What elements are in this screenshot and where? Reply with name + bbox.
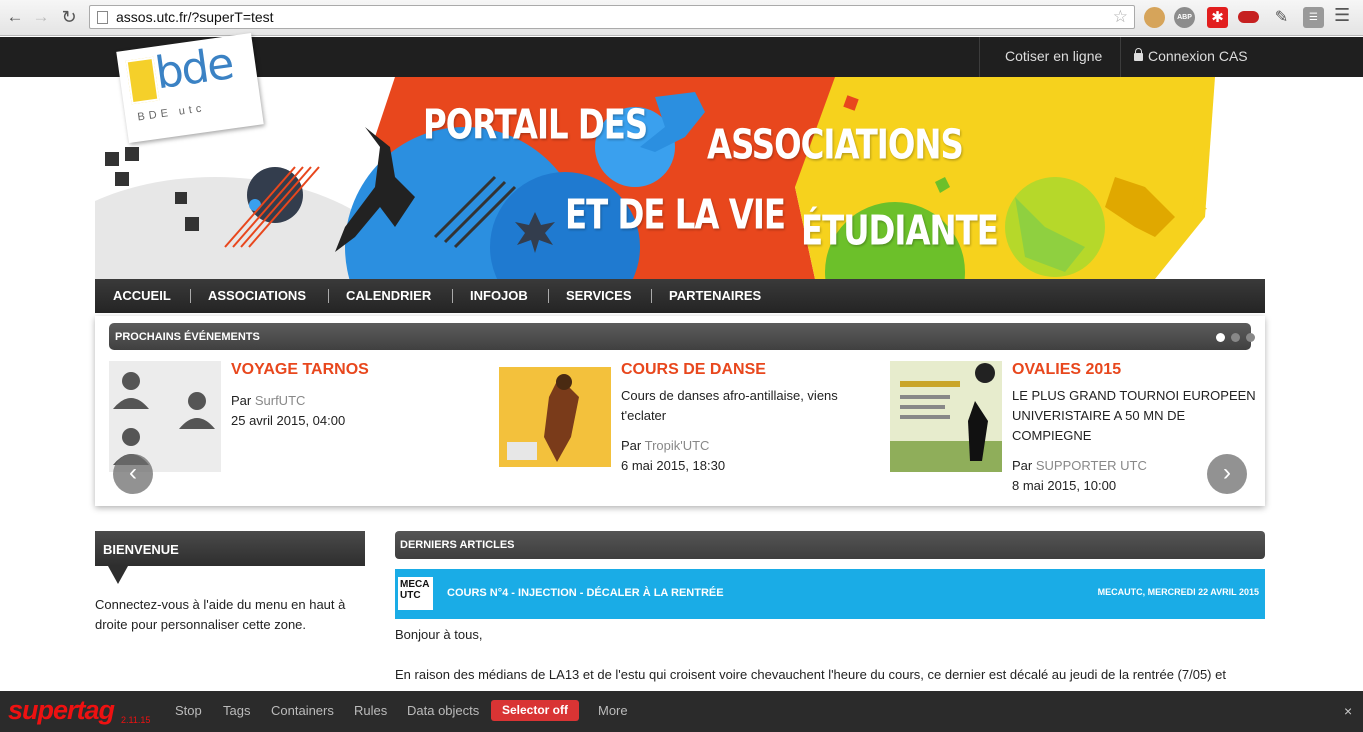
event-description: Cours de danses afro-antillaise, viens t…: [621, 388, 838, 423]
event-author: Par Tropik'UTC: [621, 436, 709, 456]
event-title[interactable]: VOYAGE TARNOS: [231, 361, 369, 379]
carousel-dot[interactable]: [1246, 333, 1255, 342]
supertag-stop[interactable]: Stop: [175, 703, 202, 718]
supertag-tags[interactable]: Tags: [223, 703, 250, 718]
event-title[interactable]: COURS DE DANSE: [621, 361, 766, 379]
welcome-header: BIENVENUE: [95, 531, 365, 566]
event-image[interactable]: [890, 361, 1002, 472]
event-author-prefix: Par: [231, 393, 255, 408]
event-author-prefix: Par: [1012, 458, 1036, 473]
event-author: Par SUPPORTER UTC: [1012, 456, 1147, 476]
nav-divider: [452, 289, 453, 303]
event-date: 25 avril 2015, 04:00: [231, 413, 346, 428]
nav-divider: [190, 289, 191, 303]
banner-line-2: ASSOCIATIONS: [707, 121, 964, 170]
event-date: 8 mai 2015, 10:00: [1012, 478, 1117, 493]
nav-divider: [328, 289, 329, 303]
reload-icon[interactable]: ↻: [58, 6, 80, 28]
red-plus-icon[interactable]: ✱: [1207, 7, 1228, 28]
url-text[interactable]: assos.utc.fr/?superT=test: [116, 9, 274, 25]
cookie-icon[interactable]: [1144, 7, 1165, 28]
page-icon: [97, 11, 108, 24]
article-title[interactable]: COURS N°4 - INJECTION - DÉCALER À LA REN…: [447, 587, 724, 599]
close-icon[interactable]: ×: [1344, 703, 1352, 719]
logo-text: bde: [152, 38, 236, 100]
selector-toggle-button[interactable]: Selector off: [491, 700, 579, 721]
event-author-link[interactable]: SUPPORTER UTC: [1036, 458, 1147, 473]
nav-associations[interactable]: ASSOCIATIONS: [208, 288, 306, 303]
supertag-logo: supertag: [8, 695, 115, 725]
welcome-pointer: [108, 566, 128, 584]
bookmark-star-icon[interactable]: ☆: [1113, 7, 1128, 27]
forward-arrow-icon[interactable]: →: [30, 6, 52, 28]
header-banner: PORTAIL DES ASSOCIATIONS ET DE LA VIE ÉT…: [95, 77, 1265, 279]
article-thumbnail[interactable]: MECA UTC: [398, 577, 433, 610]
article-header-bar[interactable]: MECA UTC COURS N°4 - INJECTION - DÉCALER…: [395, 569, 1265, 619]
welcome-text: Connectez-vous à l'aide du menu en haut …: [95, 597, 346, 632]
nav-calendrier[interactable]: CALENDRIER: [346, 288, 431, 303]
banner-line-4: ÉTUDIANTE: [801, 207, 999, 256]
supertag-version: 2.11.15: [121, 715, 151, 725]
bde-logo[interactable]: bde BDE utc: [116, 32, 264, 144]
supertag-toolbar: supertag 2.11.15 Stop Tags Containers Ru…: [0, 691, 1363, 732]
back-arrow-icon[interactable]: ←: [4, 6, 26, 28]
connexion-cas-label: Connexion CAS: [1148, 48, 1248, 64]
abp-icon[interactable]: ABP: [1174, 7, 1195, 28]
nav-infojob[interactable]: INFOJOB: [470, 288, 528, 303]
main-nav: ACCUEIL ASSOCIATIONS CALENDRIER INFOJOB …: [95, 279, 1265, 313]
logo-subtitle: BDE utc: [136, 102, 207, 124]
event-description: LE PLUS GRAND TOURNOI EUROPEEN UNIVERIST…: [1012, 388, 1256, 443]
carousel-dot[interactable]: [1216, 333, 1225, 342]
nav-services[interactable]: SERVICES: [566, 288, 632, 303]
sheet-icon[interactable]: ☰: [1303, 7, 1324, 28]
lock-icon: [1134, 48, 1143, 61]
nav-divider: [548, 289, 549, 303]
articles-title: DERNIERS ARTICLES: [400, 539, 515, 551]
nav-accueil[interactable]: ACCUEIL: [113, 288, 171, 303]
supertag-rules[interactable]: Rules: [354, 703, 387, 718]
event-author-prefix: Par: [621, 438, 645, 453]
top-divider: [979, 37, 980, 77]
article-paragraph: En raison des médians de LA13 et de l'es…: [395, 667, 1226, 682]
mask-icon[interactable]: [1238, 11, 1259, 23]
event-author-link[interactable]: SurfUTC: [255, 393, 306, 408]
event-date: 6 mai 2015, 18:30: [621, 458, 726, 473]
events-carousel: PROCHAINS ÉVÉNEMENTS VOYAGE TARNOS Par S…: [95, 316, 1265, 506]
supertag-data-objects[interactable]: Data objects: [407, 703, 479, 718]
nav-divider: [651, 289, 652, 303]
banner-artwork: [95, 77, 1215, 279]
browser-toolbar: ← → ↻ assos.utc.fr/?superT=test ☆ ABP ✱ …: [0, 0, 1363, 36]
events-title: PROCHAINS ÉVÉNEMENTS: [115, 331, 260, 343]
browser-menu-icon[interactable]: ☰: [1334, 5, 1350, 26]
carousel-prev-icon[interactable]: ‹: [113, 454, 153, 494]
carousel-dot[interactable]: [1231, 333, 1240, 342]
top-divider: [1120, 37, 1121, 77]
banner-line-1: PORTAIL DES: [423, 101, 648, 150]
article-meta: MECAUTC, MERCREDI 22 AVRIL 2015: [1097, 587, 1259, 597]
connexion-cas-link[interactable]: Connexion CAS: [1134, 48, 1248, 64]
address-bar[interactable]: assos.utc.fr/?superT=test ☆: [89, 5, 1135, 29]
event-title[interactable]: OVALIES 2015: [1012, 361, 1121, 379]
pen-icon[interactable]: ✎: [1271, 7, 1292, 28]
banner-line-3: ET DE LA VIE: [565, 191, 786, 240]
article-paragraph: Bonjour à tous,: [395, 627, 483, 642]
event-author: Par SurfUTC: [231, 391, 305, 411]
event-author-link[interactable]: Tropik'UTC: [645, 438, 710, 453]
cotiser-link[interactable]: Cotiser en ligne: [1005, 48, 1102, 64]
nav-partenaires[interactable]: PARTENAIRES: [669, 288, 761, 303]
articles-header: DERNIERS ARTICLES: [395, 531, 1265, 559]
events-header: PROCHAINS ÉVÉNEMENTS: [109, 323, 1255, 350]
event-image[interactable]: [499, 367, 611, 467]
carousel-next-icon[interactable]: ›: [1207, 454, 1247, 494]
welcome-title: BIENVENUE: [103, 542, 179, 557]
supertag-more[interactable]: More: [598, 703, 628, 718]
supertag-containers[interactable]: Containers: [271, 703, 334, 718]
